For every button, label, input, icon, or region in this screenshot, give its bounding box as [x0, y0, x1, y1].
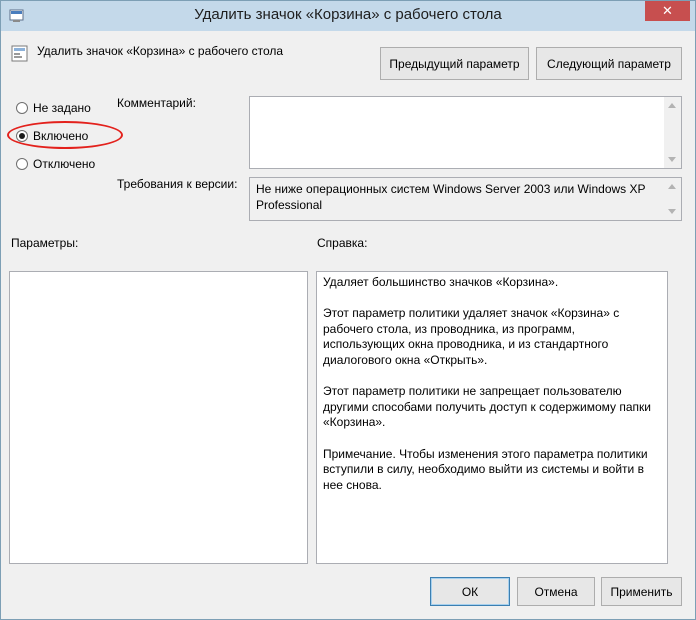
apply-button[interactable]: Применить: [601, 577, 682, 606]
help-label: Справка:: [317, 236, 368, 250]
policy-setting-icon: [11, 45, 28, 62]
highlight-annotation: [7, 121, 123, 149]
options-panel: [9, 271, 308, 564]
ok-button[interactable]: ОК: [430, 577, 510, 606]
help-paragraph: Этот параметр политики не запрещает поль…: [323, 384, 652, 430]
close-icon[interactable]: ✕: [645, 1, 690, 21]
help-paragraph: Удаляет большинство значков «Корзина».: [323, 275, 559, 289]
setting-name: Удалить значок «Корзина» с рабочего стол…: [37, 44, 284, 58]
supported-on-value: Не ниже операционных систем Windows Serv…: [256, 182, 646, 212]
comment-textarea[interactable]: [249, 96, 682, 169]
radio-not-configured[interactable]: [16, 102, 28, 114]
supported-on-field: Не ниже операционных систем Windows Serv…: [249, 177, 682, 221]
window-title: Удалить значок «Корзина» с рабочего стол…: [194, 6, 502, 23]
supported-on-label: Требования к версии:: [117, 177, 238, 191]
help-paragraph: Этот параметр политики удаляет значок «К…: [323, 306, 620, 367]
previous-setting-button[interactable]: Предыдущий параметр: [380, 47, 529, 80]
scroll-up-icon[interactable]: [668, 184, 676, 189]
scroll-up-icon[interactable]: [668, 103, 676, 108]
scroll-down-icon[interactable]: [668, 157, 676, 162]
radio-not-configured-label[interactable]: Не задано: [33, 101, 91, 115]
help-panel: Удаляет большинство значков «Корзина». Э…: [316, 271, 668, 564]
help-paragraph: Примечание. Чтобы изменения этого параме…: [323, 446, 648, 492]
options-label: Параметры:: [11, 236, 79, 250]
scroll-down-icon[interactable]: [668, 209, 676, 214]
comment-scrollbar[interactable]: [664, 97, 681, 168]
radio-disabled-label[interactable]: Отключено: [33, 157, 95, 171]
policy-dialog-window: Удалить значок «Корзина» с рабочего стол…: [0, 0, 696, 620]
radio-disabled[interactable]: [16, 158, 28, 170]
cancel-button[interactable]: Отмена: [517, 577, 595, 606]
supported-scrollbar[interactable]: [664, 178, 681, 220]
comment-label: Комментарий:: [117, 96, 196, 110]
help-text: Удаляет большинство значков «Корзина». Э…: [323, 275, 659, 509]
title-bar[interactable]: Удалить значок «Корзина» с рабочего стол…: [1, 1, 695, 31]
next-setting-button[interactable]: Следующий параметр: [536, 47, 682, 80]
